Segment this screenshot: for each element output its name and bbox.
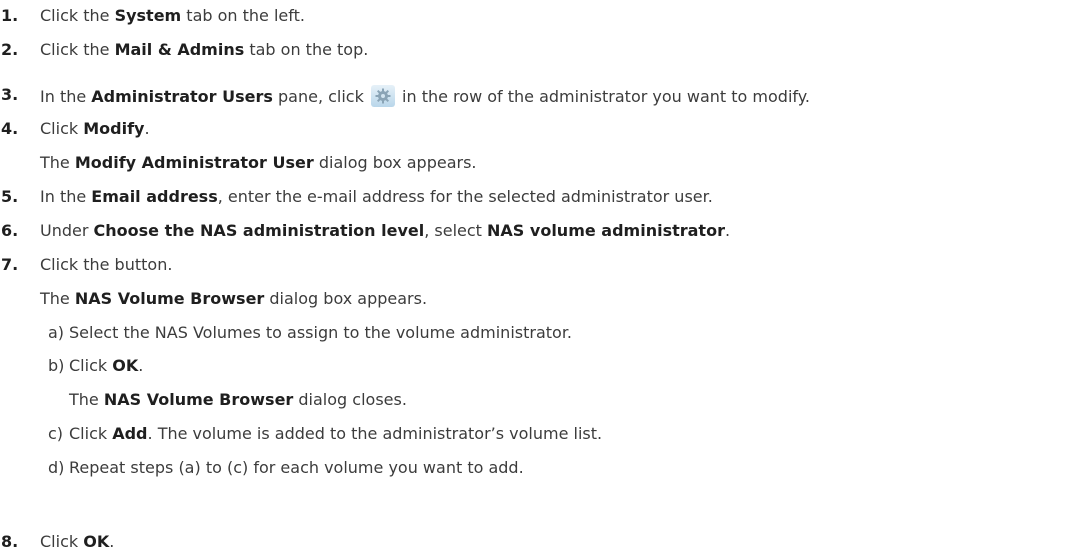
substep-text: . <box>138 356 144 375</box>
step-text: In the <box>40 87 92 106</box>
substep-text: dialog closes. <box>293 390 407 409</box>
step-bold-text: Choose the NAS administration level <box>93 221 425 240</box>
substep-text: Click <box>69 356 113 375</box>
step-bold-text: Modify Administrator User <box>74 153 314 172</box>
substep-text: Repeat steps (a) to (c) for each volume … <box>69 458 524 477</box>
step-text: Click the button. <box>40 255 173 274</box>
step-text: dialog box appears. <box>264 289 428 308</box>
substep-text: Click <box>69 424 113 443</box>
step-text: tab on the top. <box>244 40 369 59</box>
step-text: , select <box>424 221 488 240</box>
step-text: tab on the left. <box>181 6 305 25</box>
step-text: dialog box appears. <box>313 153 477 172</box>
step-text: Click <box>40 119 84 138</box>
step-bold-text: Mail & Admins <box>114 40 245 59</box>
step-text: In the <box>40 187 92 206</box>
step-number: 7. <box>1 255 19 274</box>
step-text: Click the <box>40 6 115 25</box>
step-bold-text: Email address <box>91 187 218 206</box>
step-text: in the row of the administrator you want… <box>396 87 811 106</box>
step-number: 5. <box>1 187 19 206</box>
step-number: 2. <box>1 40 19 59</box>
substep-bold-text: OK <box>112 356 139 375</box>
step-text: Click the <box>40 40 115 59</box>
step-text: . <box>144 119 150 138</box>
step-text: The <box>40 153 75 172</box>
step-text: Under <box>40 221 94 240</box>
step-text: pane, click <box>272 87 369 106</box>
step-text: . <box>109 532 115 551</box>
substep-letter: d) <box>48 458 65 477</box>
substep-text: The <box>69 390 104 409</box>
step-number: 8. <box>1 532 19 551</box>
step-bold-text: NAS Volume Browser <box>74 289 265 308</box>
substep-bold-text: NAS Volume Browser <box>103 390 294 409</box>
step-text: . <box>724 221 731 240</box>
step-bold-text: NAS volume administrator <box>487 221 725 240</box>
step-bold-text: Modify <box>83 119 145 138</box>
step-bold-text: System <box>114 6 182 25</box>
step-text: The <box>40 289 75 308</box>
step-bold-text: Administrator Users <box>91 87 273 106</box>
step-number: 6. <box>1 221 19 240</box>
substep-letter: a) <box>48 323 65 342</box>
substep-text: Select the NAS Volumes to assign to the … <box>69 323 573 342</box>
substep-bold-text: Add <box>112 424 148 443</box>
step-text: Click <box>40 532 84 551</box>
step-bold-text: OK <box>83 532 110 551</box>
step-number: 4. <box>1 119 19 138</box>
step-number: 3. <box>1 85 19 104</box>
step-number: 1. <box>1 6 19 25</box>
settings-gear-icon <box>370 85 395 107</box>
substep-letter: b) <box>48 356 65 375</box>
substep-text: . The volume is added to the administrat… <box>147 424 603 443</box>
step-text: , enter the e-mail address for the selec… <box>217 187 713 206</box>
substep-letter: c) <box>48 424 64 443</box>
